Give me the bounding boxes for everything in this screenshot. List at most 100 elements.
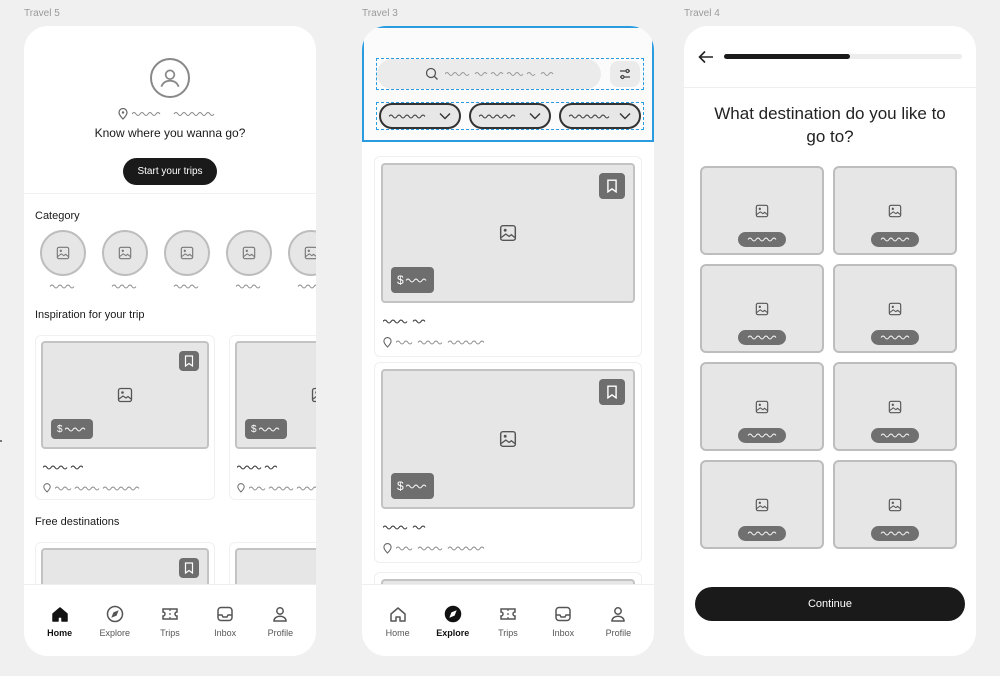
destination-label-placeholder: [880, 531, 910, 536]
trip-image: [41, 548, 209, 584]
trip-image: $: [41, 341, 209, 449]
back-arrow-icon[interactable]: [698, 50, 714, 64]
user-icon: [160, 69, 180, 88]
category-image: [164, 230, 210, 276]
compass-icon: [106, 605, 124, 622]
trip-card[interactable]: [35, 542, 215, 584]
filter-button[interactable]: [610, 61, 640, 87]
nav-trips[interactable]: Trips: [146, 604, 194, 638]
destination-label: [871, 232, 919, 247]
bookmark-button[interactable]: [179, 351, 199, 371]
trip-location-placeholder: [55, 486, 140, 490]
ticket-icon: [162, 607, 178, 620]
image-icon: [180, 246, 194, 260]
frame-label-travel-4: Travel 4: [684, 8, 720, 19]
destination-option[interactable]: [833, 362, 957, 451]
search-placeholder: [445, 72, 554, 76]
nav-trips[interactable]: Trips: [484, 604, 532, 638]
nav-explore[interactable]: Explore: [429, 604, 477, 638]
location-placeholder: [132, 112, 215, 116]
continue-button[interactable]: Continue: [695, 587, 965, 621]
trip-location-placeholder: [249, 486, 316, 490]
avatar[interactable]: [150, 58, 190, 98]
nav-home[interactable]: Home: [36, 604, 84, 638]
home-icon: [389, 606, 406, 622]
image-icon: [888, 204, 902, 218]
inspiration-list: $ $: [24, 335, 316, 500]
destination-option[interactable]: [833, 264, 957, 353]
ticket-icon: [500, 607, 516, 620]
search-input[interactable]: [377, 59, 601, 89]
search-header: [362, 26, 654, 142]
frame-label-travel-5: Travel 5: [24, 8, 60, 19]
trip-name-placeholder: [42, 465, 84, 470]
nav-label: Home: [47, 627, 73, 638]
destination-label: [871, 330, 919, 345]
explore-meta: [381, 303, 635, 348]
nav-inbox[interactable]: Inbox: [539, 604, 587, 638]
destination-option[interactable]: [700, 264, 824, 353]
category-image: [226, 230, 272, 276]
image-icon: [755, 498, 769, 512]
category-item[interactable]: [40, 230, 86, 289]
price-placeholder: [64, 427, 85, 431]
filter-chip[interactable]: [559, 103, 641, 129]
destination-option[interactable]: [700, 460, 824, 549]
chevron-down-icon: [619, 113, 631, 120]
filter-chip[interactable]: [379, 103, 461, 129]
price-placeholder: [405, 484, 427, 488]
nav-inbox[interactable]: Inbox: [201, 604, 249, 638]
price-placeholder: [258, 427, 279, 431]
nav-label: Inbox: [214, 627, 237, 638]
category-label-placeholder: [49, 284, 75, 289]
nav-profile[interactable]: Profile: [594, 604, 642, 638]
destination-option[interactable]: [833, 460, 957, 549]
filter-chip[interactable]: [469, 103, 551, 129]
category-item[interactable]: [288, 230, 316, 289]
category-title: Category: [35, 210, 80, 222]
trip-card[interactable]: [229, 542, 316, 584]
nav-home[interactable]: Home: [374, 604, 422, 638]
category-item[interactable]: [164, 230, 210, 289]
image-icon: [304, 246, 316, 260]
category-item[interactable]: [102, 230, 148, 289]
category-image: [102, 230, 148, 276]
price-symbol: $: [251, 423, 257, 435]
bookmark-icon: [607, 385, 617, 399]
bookmark-button[interactable]: [599, 173, 625, 199]
category-image: [40, 230, 86, 276]
destination-option[interactable]: [700, 362, 824, 451]
explore-card[interactable]: $: [374, 156, 642, 357]
explore-card[interactable]: $: [374, 362, 642, 563]
start-trips-button[interactable]: Start your trips: [123, 158, 217, 185]
image-icon: [499, 430, 517, 448]
bookmark-button[interactable]: [599, 379, 625, 405]
inbox-icon: [555, 606, 571, 621]
price-placeholder: [405, 278, 427, 282]
nav-explore[interactable]: Explore: [91, 604, 139, 638]
trip-card[interactable]: $: [35, 335, 215, 500]
explore-image: $: [381, 369, 635, 509]
travel-3-screen: $ $ Home Explore Trips Inbox Profile: [362, 26, 654, 656]
price-symbol: $: [397, 479, 404, 493]
nav-profile[interactable]: Profile: [256, 604, 304, 638]
pin-icon: [383, 543, 392, 554]
explore-meta: [381, 509, 635, 554]
trip-meta: [41, 449, 209, 493]
destination-option[interactable]: [700, 166, 824, 255]
home-icon: [51, 606, 68, 622]
price-symbol: $: [57, 423, 63, 435]
destination-label-placeholder: [880, 433, 910, 438]
bookmark-button[interactable]: [179, 558, 199, 578]
category-item[interactable]: [226, 230, 272, 289]
bookmark-icon: [184, 355, 194, 367]
chevron-down-icon: [529, 113, 541, 120]
user-icon: [611, 606, 626, 622]
destination-option[interactable]: [833, 166, 957, 255]
price-symbol: $: [397, 273, 404, 287]
nav-label: Home: [385, 627, 410, 638]
explore-card[interactable]: [374, 572, 642, 584]
explore-image: $: [381, 163, 635, 303]
trip-card[interactable]: $: [229, 335, 316, 500]
nav-label: Profile: [605, 627, 632, 638]
